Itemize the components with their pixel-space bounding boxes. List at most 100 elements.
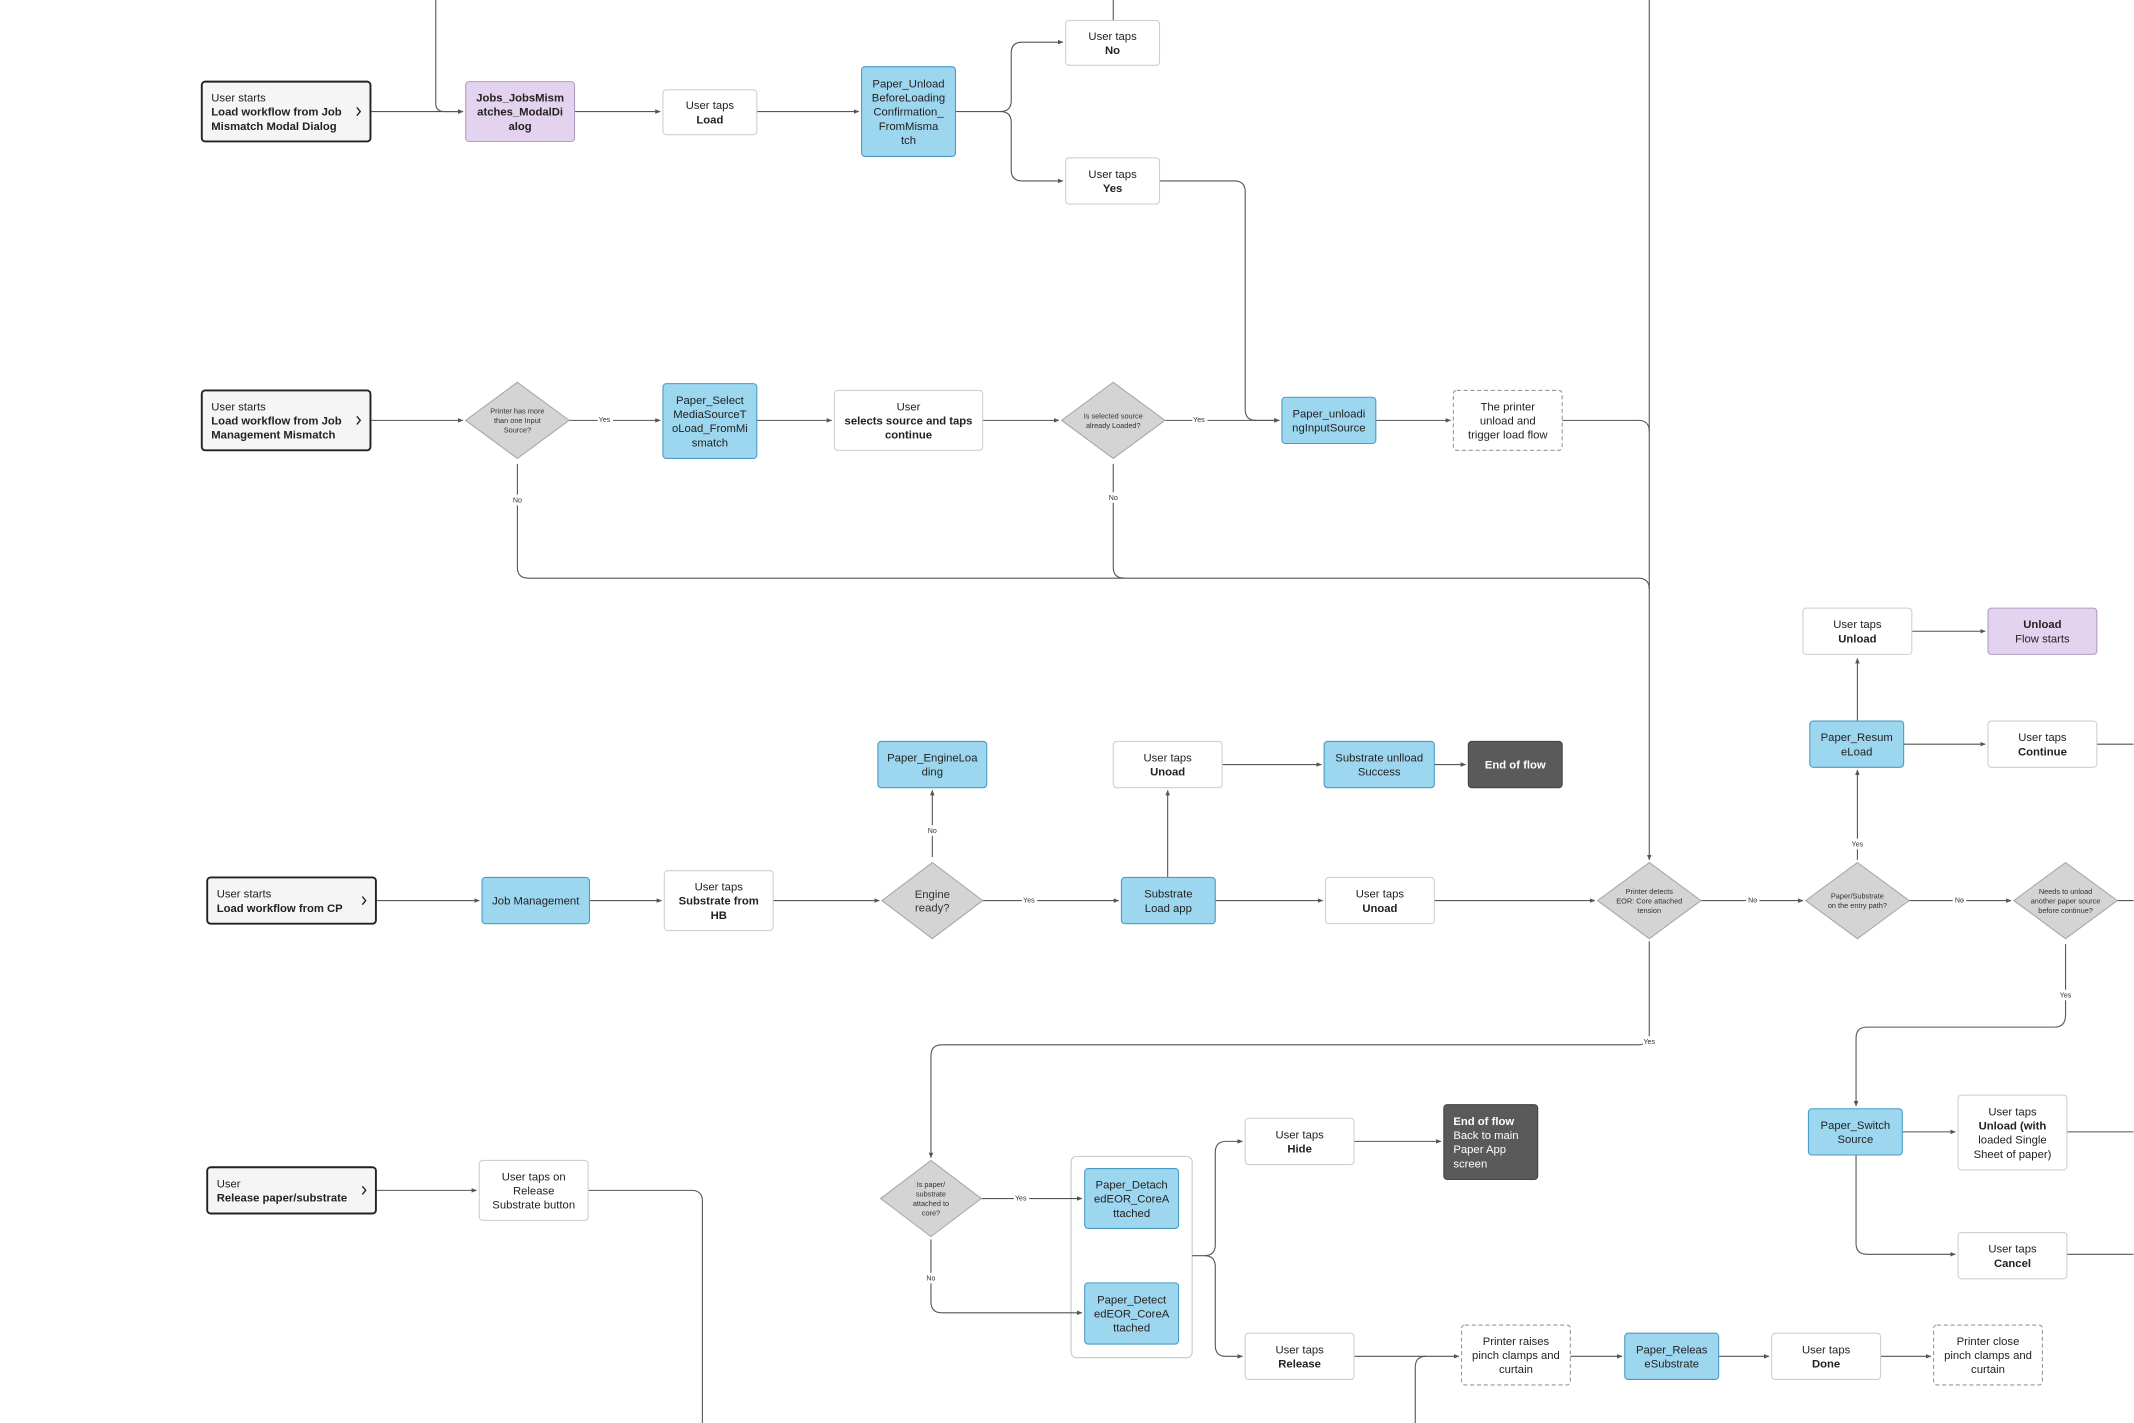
node-unloadSuccess[interactable]: Substrate unlload Success [1323, 740, 1435, 789]
node-text: Release paper/substrate [217, 1193, 347, 1205]
node-start1[interactable]: User starts Load workflow from Job Mismatc… [200, 80, 372, 143]
node-tapsCancel[interactable]: User taps Cancel [1957, 1231, 2068, 1280]
node-pinchClose[interactable]: Printer close pinch clamps and curtain [1933, 1324, 2043, 1386]
edge-label: No [1748, 897, 1757, 904]
connector-line [1192, 1139, 1243, 1257]
node-tapsNo[interactable]: User taps No [1065, 19, 1161, 66]
node-resumeLoad[interactable]: Paper_Resum eLoad [1809, 720, 1905, 768]
node-tapsLoad[interactable]: User taps Load [662, 89, 758, 136]
node-engineLoading[interactable]: Paper_EngineLoading [877, 740, 988, 789]
node-text: substrate [916, 1189, 946, 1198]
node-selectMedia[interactable]: Paper_Select MediaSourceT oLoad_FromMismat… [662, 383, 758, 460]
node-text: tch [901, 135, 916, 147]
node-substrateLoad[interactable]: Substrate Load app [1120, 876, 1216, 925]
node-start2[interactable]: User starts Load workflow from Job Managem… [200, 389, 372, 452]
node-text: End of flow [1453, 1116, 1514, 1128]
edge-label: Yes [1015, 1195, 1027, 1202]
connector-line [955, 39, 1064, 113]
node-text: User taps [1988, 1244, 2037, 1256]
node-text: ttached [1113, 1323, 1150, 1335]
node-tapsSubstrate[interactable]: User taps Substrate from HB [663, 870, 774, 932]
node-d3[interactable]: Engineready? [881, 861, 984, 940]
node-text: FromMisma [879, 121, 939, 133]
node-text: already Loaded? [1086, 421, 1141, 430]
node-text: on the entry path? [1828, 901, 1887, 910]
node-text: curtain [1499, 1364, 1533, 1376]
node-tapsDone[interactable]: User taps Done [1771, 1332, 1882, 1381]
node-text: Source? [504, 426, 531, 435]
edge-label: No [926, 1276, 935, 1283]
node-jobsModal[interactable]: Jobs_JobsMism atches_ModalDialog [465, 81, 576, 143]
node-selectsSource[interactable]: User selects source and taps continue [833, 389, 984, 451]
node-d4[interactable]: Printer detectsEOR: Core attachedtension [1596, 861, 1702, 940]
flowchart-canvas: User starts Load workflow from Job Mismatc… [200, 0, 2134, 1423]
node-text: Jobs_JobsMism [476, 92, 564, 104]
node-text: Paper_Select [676, 395, 745, 407]
node-tapsUnloadSingle[interactable]: User taps Unload (with loaded Single Sheet … [1957, 1094, 2068, 1171]
node-d1[interactable]: Printer has morethan one InputSource? [464, 381, 571, 460]
node-start4[interactable]: User Release paper/substrate [206, 1166, 377, 1215]
node-text: Flow starts [2015, 633, 2070, 645]
node-jobMgmt[interactable]: Job Management [481, 876, 591, 925]
node-text: User taps [1144, 753, 1193, 765]
node-text: User taps [1802, 1344, 1851, 1356]
node-text: Load app [1145, 903, 1192, 915]
connector-line [1853, 944, 2067, 1107]
node-text: Substrate unlload [1335, 753, 1423, 765]
node-printerUnload[interactable]: The printer unload and trigger load flow [1452, 389, 1563, 451]
node-text: Substrate [1144, 889, 1192, 901]
node-tapsRelease[interactable]: User taps Release [1244, 1332, 1355, 1381]
node-text: Sheet of paper) [1974, 1149, 2052, 1161]
node-tapsContinue[interactable]: User taps Continue [1987, 720, 2098, 768]
node-text: Done [1812, 1358, 1840, 1370]
node-detected[interactable]: Paper_Detect edEOR_CoreAttached [1084, 1282, 1180, 1345]
node-unloadFlow[interactable]: Unload Flow starts [1987, 607, 2098, 655]
node-text: User taps [1088, 169, 1137, 181]
node-tapsUnload[interactable]: User taps Unload [1802, 607, 1913, 655]
node-switchSource[interactable]: Paper_Switch Source [1807, 1108, 1903, 1156]
node-text: core? [922, 1209, 940, 1218]
edge-label: Yes [2060, 993, 2072, 1000]
node-text: BeforeLoading [872, 92, 945, 104]
node-text: Confirmation_ [873, 107, 944, 119]
node-text: Substrate button [492, 1200, 575, 1212]
node-text: EOR: Core attached [1616, 896, 1682, 905]
node-text: User taps [695, 882, 744, 894]
node-text: User taps [1275, 1344, 1324, 1356]
node-tapsYes[interactable]: User taps Yes [1065, 157, 1161, 205]
node-start3[interactable]: User starts Load workflow from CP [206, 876, 377, 925]
connector-line [588, 1189, 703, 1423]
node-d2[interactable]: Is selected sourcealready Loaded? [1060, 381, 1166, 460]
node-endFlow1[interactable]: End of flow [1467, 740, 1563, 789]
node-text: User taps [1356, 889, 1405, 901]
node-text: atches_ModalDi [477, 107, 563, 119]
node-text: pinch clamps and [1472, 1350, 1560, 1362]
node-text: ready? [915, 902, 950, 914]
node-tapsUnoad1[interactable]: User taps Unoad [1112, 740, 1223, 789]
connector-line [1855, 1154, 1956, 1257]
node-d7[interactable]: Is paper/substrateattached tocore? [879, 1159, 983, 1238]
node-text: Mismatch Modal Dialog [211, 121, 336, 133]
node-tapsUnoad2[interactable]: User taps Unoad [1324, 876, 1435, 925]
node-tapsHide[interactable]: User taps Hide [1244, 1117, 1355, 1166]
node-text: unload and [1480, 415, 1536, 427]
edge-label: Yes [1852, 842, 1864, 849]
node-text: ding [922, 767, 943, 779]
node-text: trigger load flow [1468, 430, 1548, 442]
node-unloadConf[interactable]: Paper_Unload BeforeLoading Confirmation_ Fr… [861, 66, 956, 157]
node-detached[interactable]: Paper_Detach edEOR_CoreAttached [1084, 1168, 1180, 1230]
node-text: Paper_unloadi [1292, 408, 1365, 420]
node-text: Unoad [1362, 903, 1397, 915]
node-releaseBtn[interactable]: User taps on Release Substrate button [478, 1159, 589, 1221]
node-d5[interactable]: Paper/Substrateon the entry path? [1804, 861, 1911, 940]
connector-line [516, 463, 1650, 590]
node-d6[interactable]: Needs to unloadanother paper sourcebefor… [2012, 861, 2119, 940]
node-text: Load workflow from Job [211, 107, 341, 119]
node-releaseSubstrate[interactable]: Paper_Releas eSubstrate [1624, 1332, 1720, 1381]
node-text: Is selected source [1084, 411, 1143, 420]
node-endFlow2[interactable]: End of flow Back to main Paper App screen [1443, 1104, 1539, 1181]
edge-label: Yes [1643, 1039, 1655, 1046]
node-text: Paper_Detach [1096, 1179, 1168, 1191]
node-pinchRaise[interactable]: Printer raises pinch clamps and curtain [1460, 1324, 1571, 1386]
node-unloadingInput[interactable]: Paper_unloadi ngInputSource [1281, 396, 1377, 445]
